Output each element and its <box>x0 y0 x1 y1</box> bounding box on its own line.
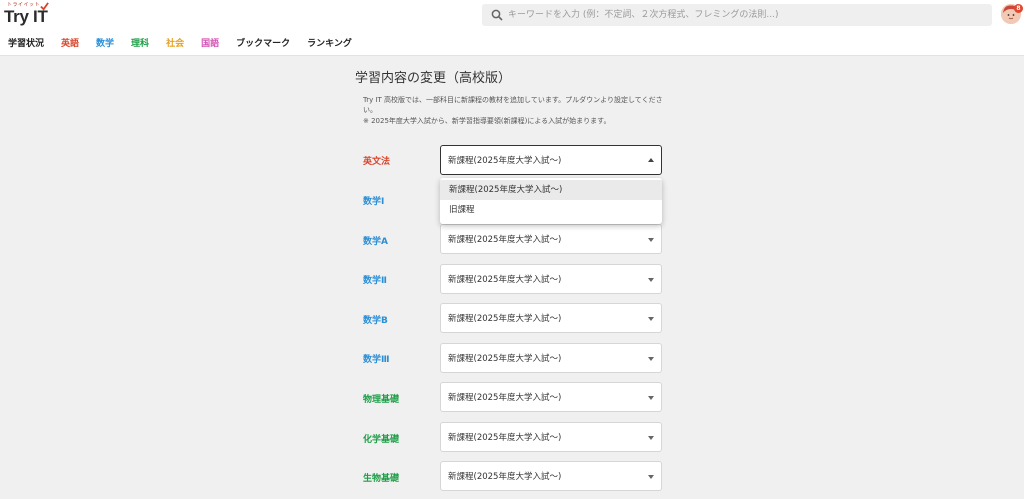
subject-label-english-grammar: 英文法 <box>363 157 391 167</box>
page-title: 学習内容の変更（高校版） <box>355 71 512 86</box>
nav-ranking[interactable]: ランキング <box>307 38 352 50</box>
select-value: 新課程(2025年度大学入試〜) <box>448 156 562 166</box>
select-value: 新課程(2025年度大学入試〜) <box>448 354 562 364</box>
chevron-down-icon <box>648 317 654 321</box>
course-select-basic-biology[interactable]: 新課程(2025年度大学入試〜) <box>440 461 662 491</box>
select-value: 新課程(2025年度大学入試〜) <box>448 433 562 443</box>
nav-japanese[interactable]: 国語 <box>201 38 219 50</box>
course-select-math-2[interactable]: 新課程(2025年度大学入試〜) <box>440 264 662 294</box>
subject-label-math-1: 数学Ⅰ <box>363 197 385 207</box>
course-select-basic-chemistry[interactable]: 新課程(2025年度大学入試〜) <box>440 422 662 452</box>
dropdown-option-new-curriculum[interactable]: 新課程(2025年度大学入試〜) <box>440 180 662 200</box>
subject-label-basic-biology: 生物基礎 <box>363 474 400 484</box>
chevron-down-icon <box>648 278 654 282</box>
subject-label-basic-physics: 物理基礎 <box>363 395 400 405</box>
chevron-down-icon <box>648 396 654 400</box>
search-input[interactable] <box>508 4 986 26</box>
dropdown-option-old-curriculum[interactable]: 旧課程 <box>440 200 662 220</box>
select-value: 新課程(2025年度大学入試〜) <box>448 314 562 324</box>
search-bar <box>482 4 992 26</box>
page-note: ※ 2025年度大学入試から、新学習指導要領(新課程)による入試が始まります。 <box>363 117 611 125</box>
chevron-down-icon <box>648 357 654 361</box>
tryit-logo[interactable]: トライイット Try IT <box>4 1 50 27</box>
nav-english[interactable]: 英語 <box>61 38 79 50</box>
course-select-english-grammar[interactable]: 新課程(2025年度大学入試〜) <box>440 145 662 175</box>
subject-label-math-a: 数学A <box>363 237 388 247</box>
course-select-math-b[interactable]: 新課程(2025年度大学入試〜) <box>440 303 662 333</box>
nav-learning-status[interactable]: 学習状況 <box>8 38 44 50</box>
course-select-basic-physics[interactable]: 新課程(2025年度大学入試〜) <box>440 382 662 412</box>
logo-check-icon <box>40 2 49 11</box>
chevron-down-icon <box>648 238 654 242</box>
subject-label-math-2: 数学Ⅱ <box>363 276 387 286</box>
nav-science[interactable]: 理科 <box>131 38 149 50</box>
page-description: Try IT 高校版では、一部科目に新課程の教材を追加しています。プルダウンより… <box>363 96 663 114</box>
select-value: 新課程(2025年度大学入試〜) <box>448 275 562 285</box>
course-dropdown-menu: 新課程(2025年度大学入試〜) 旧課程 <box>440 178 662 224</box>
subject-label-math-3: 数学Ⅲ <box>363 355 390 365</box>
chevron-down-icon <box>648 436 654 440</box>
select-value: 新課程(2025年度大学入試〜) <box>448 235 562 245</box>
course-select-math-3[interactable]: 新課程(2025年度大学入試〜) <box>440 343 662 373</box>
subject-label-math-b: 数学B <box>363 316 388 326</box>
notification-badge: 8 <box>1014 4 1023 13</box>
nav-bookmark[interactable]: ブックマーク <box>236 38 290 50</box>
nav-math[interactable]: 数学 <box>96 38 114 50</box>
select-value: 新課程(2025年度大学入試〜) <box>448 472 562 482</box>
main-nav: 学習状況 英語 数学 理科 社会 国語 ブックマーク ランキング <box>8 38 369 50</box>
select-value: 新課程(2025年度大学入試〜) <box>448 393 562 403</box>
subject-label-basic-chemistry: 化学基礎 <box>363 435 400 445</box>
course-select-math-a[interactable]: 新課程(2025年度大学入試〜) <box>440 224 662 254</box>
nav-social[interactable]: 社会 <box>166 38 184 50</box>
user-avatar[interactable]: 8 <box>1001 4 1023 24</box>
chevron-up-icon <box>648 158 654 162</box>
top-header: トライイット Try IT 学習状況 英語 数学 理科 社会 国語 ブックマーク… <box>0 0 1024 56</box>
chevron-down-icon <box>648 475 654 479</box>
search-icon[interactable] <box>491 9 503 21</box>
